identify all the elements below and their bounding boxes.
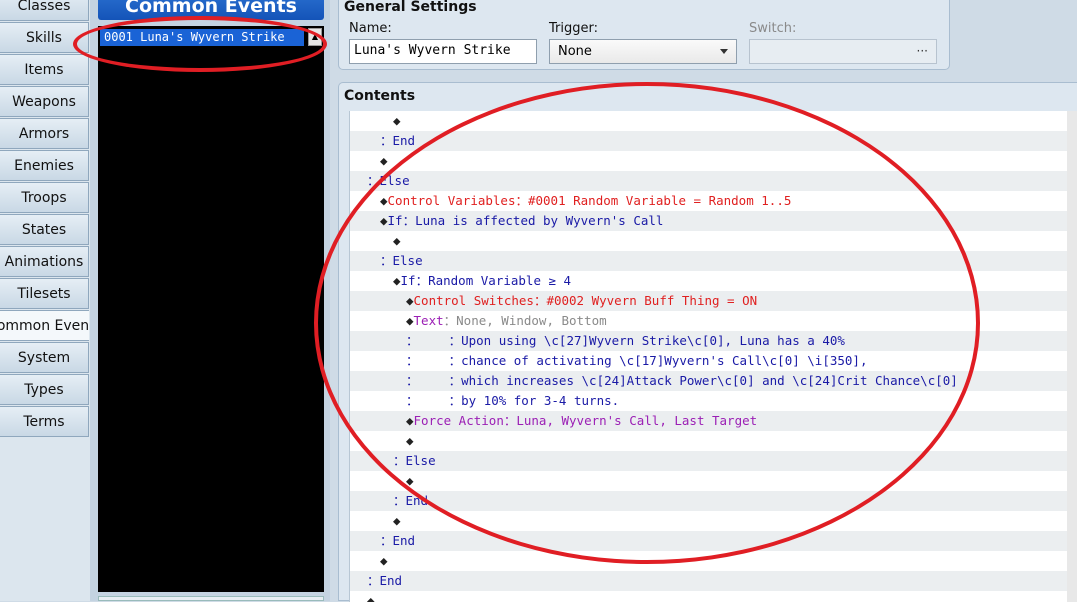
command-text: ： ：Upon using \c[27]Wyvern Strike\c[0], … <box>406 333 845 348</box>
command-row[interactable]: ： ：by 10% for 3-4 turns. <box>350 391 1069 411</box>
nav-tab-system[interactable]: System <box>0 342 89 373</box>
nav-tab-tilesets[interactable]: Tilesets <box>0 278 89 309</box>
command-row[interactable]: ： ：chance of activating \c[17]Wyvern's C… <box>350 351 1069 371</box>
nav-tab-animations[interactable]: Animations <box>0 246 89 277</box>
chevron-down-icon <box>720 49 728 54</box>
nav-tab-terms[interactable]: Terms <box>0 406 89 437</box>
nav-tab-troops[interactable]: Troops <box>0 182 89 213</box>
nav-tab-enemies[interactable]: Enemies <box>0 150 89 181</box>
command-row[interactable]: ：Else <box>350 451 1069 471</box>
contents-title: Contents <box>344 88 416 104</box>
command-text: ： ：chance of activating \c[17]Wyvern's C… <box>406 353 868 368</box>
command-text: ◆ <box>393 513 401 528</box>
command-text: Text <box>413 313 444 328</box>
command-row[interactable]: ：Else <box>350 171 1069 191</box>
vertical-scrollbar[interactable] <box>1067 111 1077 602</box>
command-text: ◆ <box>406 293 414 308</box>
command-text: ◆ <box>380 193 388 208</box>
command-row[interactable]: ◆ <box>350 471 1069 491</box>
common-events-title: Common Events <box>98 0 324 20</box>
command-row[interactable]: ◆If：Luna is affected by Wyvern's Call <box>350 211 1069 231</box>
nav-tab-states[interactable]: States <box>0 214 89 245</box>
event-command-list[interactable]: ◆ ：End ◆ ：Else ◆Control Variables：#0001 Rand… <box>349 111 1069 602</box>
command-row[interactable]: ：End <box>350 491 1069 511</box>
command-text: Control Switches：#0002 Wyvern Buff Thing… <box>413 293 758 308</box>
nav-tab-weapons[interactable]: Weapons <box>0 86 89 117</box>
command-text: ◆ <box>406 473 414 488</box>
command-row[interactable]: ◆ <box>350 431 1069 451</box>
nav-tab-classes[interactable]: Classes <box>0 0 89 21</box>
contents-panel: Contents ◆ ：End ◆ ：Else ◆Control Variables：#… <box>338 82 1077 602</box>
command-text: ◆ <box>393 273 401 288</box>
command-text: ： ：by 10% for 3-4 turns. <box>406 393 620 408</box>
command-text: If：Random Variable ≥ 4 <box>400 273 572 288</box>
command-text: ：None, Window, Bottom <box>443 313 607 328</box>
common-events-pane: Common Events 0001 Luna's Wyvern Strike … <box>90 0 330 601</box>
common-events-list[interactable]: 0001 Luna's Wyvern Strike ▲ <box>98 26 324 592</box>
list-item-selected[interactable]: 0001 Luna's Wyvern Strike <box>100 29 304 46</box>
command-text: ◆ <box>406 433 414 448</box>
command-text: ◆ <box>406 413 414 428</box>
command-row[interactable]: ◆ <box>350 151 1069 171</box>
command-row[interactable]: ◆ <box>350 231 1069 251</box>
name-label: Name: <box>349 21 392 36</box>
command-row[interactable]: ：Else <box>350 251 1069 271</box>
trigger-value: None <box>558 44 592 59</box>
command-text: Force Action：Luna, Wyvern's Call, Last T… <box>413 413 758 428</box>
command-text: If：Luna is affected by Wyvern's Call <box>387 213 664 228</box>
command-row[interactable]: ◆ <box>350 111 1069 131</box>
trigger-select[interactable]: None <box>549 39 737 64</box>
trigger-label: Trigger: <box>549 21 598 36</box>
command-text: ：Else <box>393 453 436 468</box>
list-footer <box>98 596 324 601</box>
command-row[interactable]: ◆ <box>350 511 1069 531</box>
command-row[interactable]: ： ：Upon using \c[27]Wyvern Strike\c[0], … <box>350 331 1069 351</box>
command-row[interactable]: ◆If：Random Variable ≥ 4 <box>350 271 1069 291</box>
command-text: ： ：which increases \c[24]Attack Power\c[… <box>406 373 958 388</box>
switch-label: Switch: <box>749 21 797 36</box>
command-row[interactable]: ◆Control Switches：#0002 Wyvern Buff Thin… <box>350 291 1069 311</box>
command-text: ◆ <box>380 553 388 568</box>
command-text: ◆ <box>380 213 388 228</box>
database-tab-bar: Classes Skills Items Weapons Armors Enemies Tr… <box>0 0 90 601</box>
command-row[interactable]: ： ：which increases \c[24]Attack Power\c[… <box>350 371 1069 391</box>
command-row[interactable]: ：End <box>350 571 1069 591</box>
command-text: ◆ <box>393 233 401 248</box>
command-row[interactable]: ：End <box>350 131 1069 151</box>
scroll-up-icon[interactable]: ▲ <box>308 28 322 46</box>
name-input[interactable]: Luna's Wyvern Strike <box>349 39 537 64</box>
command-row[interactable]: ◆Force Action：Luna, Wyvern's Call, Last … <box>350 411 1069 431</box>
command-row[interactable]: ：End <box>350 531 1069 551</box>
command-row[interactable]: ◆ <box>350 551 1069 571</box>
command-text: ：Else <box>380 253 423 268</box>
more-dots-icon[interactable]: ··· <box>917 44 928 58</box>
nav-tab-common-events[interactable]: Common Events <box>0 310 89 341</box>
command-row[interactable]: ◆ <box>350 591 1069 602</box>
general-settings-panel: General Settings Name: Luna's Wyvern Str… <box>338 0 950 70</box>
nav-tab-skills[interactable]: Skills <box>0 22 89 53</box>
command-text: ：End <box>380 533 416 548</box>
command-row[interactable]: ◆Text：None, Window, Bottom <box>350 311 1069 331</box>
command-text: ：End <box>367 573 403 588</box>
command-text: ：Else <box>367 173 410 188</box>
command-text: ：End <box>380 133 416 148</box>
command-text: Control Variables：#0001 Random Variable … <box>387 193 792 208</box>
switch-field[interactable]: ··· <box>749 39 937 64</box>
command-text: ◆ <box>380 153 388 168</box>
command-text: ◆ <box>406 313 414 328</box>
command-text: ◆ <box>393 113 401 128</box>
general-settings-title: General Settings <box>344 0 477 15</box>
nav-tab-armors[interactable]: Armors <box>0 118 89 149</box>
command-text: ：End <box>393 493 429 508</box>
nav-tab-types[interactable]: Types <box>0 374 89 405</box>
command-row[interactable]: ◆Control Variables：#0001 Random Variable… <box>350 191 1069 211</box>
nav-tab-items[interactable]: Items <box>0 54 89 85</box>
